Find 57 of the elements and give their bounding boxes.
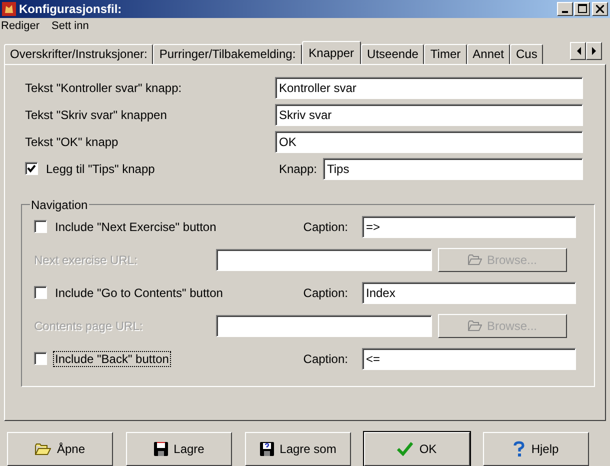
left-arrow-icon [576, 46, 580, 55]
maximize-button[interactable] [574, 2, 590, 16]
close-icon [596, 4, 604, 13]
question-mark-icon [513, 441, 526, 457]
minimize-icon [562, 10, 568, 13]
menu-item[interactable]: Rediger [1, 20, 40, 32]
right-arrow-icon [592, 46, 596, 55]
caption-field[interactable]: => [362, 216, 576, 238]
window-title: Konfigurasjonsfil: [19, 2, 123, 16]
folder-icon [468, 254, 482, 266]
checkbox-label: Include "Back" button [53, 350, 171, 367]
text-field[interactable]: Tips [323, 158, 583, 180]
footer-button[interactable]: Åpne [7, 432, 113, 466]
minimize-button[interactable] [557, 2, 573, 16]
maximize-icon [578, 4, 586, 14]
footer-button[interactable]: OK [364, 432, 470, 466]
url-field[interactable] [216, 248, 432, 271]
text-field[interactable]: Kontroller svar [275, 76, 583, 99]
field-label: Caption: [302, 220, 348, 234]
menu-item[interactable]: Sett inn [52, 20, 89, 32]
tab[interactable]: Utseende [361, 44, 424, 64]
field-label: Tekst "Skriv svar" knappen [25, 108, 168, 122]
field-label: Tekst "OK" knapp [25, 134, 120, 149]
tab[interactable]: Cus [510, 44, 544, 64]
tab[interactable]: Purringer/Tilbakemelding: [153, 44, 302, 64]
checkbox[interactable] [34, 220, 47, 234]
footer-button[interactable]: Lagre som [245, 432, 351, 466]
checkbox-label: Legg til "Tips" knapp [45, 160, 156, 177]
caption-field[interactable]: <= [362, 348, 576, 370]
url-field[interactable] [216, 314, 432, 337]
checkbox[interactable] [25, 162, 38, 176]
checkbox-label: Include "Go to Contents" button [54, 284, 224, 301]
group-title: Navigation [30, 198, 89, 212]
tab[interactable]: Timer [424, 44, 467, 64]
folder-icon [34, 443, 51, 455]
text-field[interactable]: Skriv svar [275, 104, 583, 126]
tab[interactable]: Overskrifter/Instruksjoner: [4, 44, 154, 64]
folder-icon [468, 320, 482, 332]
tab[interactable]: Annet [466, 44, 510, 64]
caption-field[interactable]: Index [362, 282, 576, 304]
text-field[interactable]: OK [275, 130, 583, 153]
field-label: Caption: [302, 286, 348, 300]
field-label: Knapp: [278, 162, 317, 176]
tab-scroll-right-button[interactable] [586, 42, 602, 60]
footer-button[interactable]: Lagre [126, 432, 232, 466]
floppy-disk-question-icon [260, 442, 274, 456]
checkbox[interactable] [34, 352, 47, 366]
footer-button[interactable]: Hjelp [483, 432, 589, 466]
app-icon [2, 2, 16, 16]
field-label: Caption: [302, 352, 348, 366]
close-button[interactable] [592, 2, 608, 16]
field-label: Tekst "Kontroller svar" knapp: [25, 80, 183, 95]
tab[interactable]: Knapper [302, 40, 362, 64]
checkbox[interactable] [34, 286, 47, 300]
checkbox-label: Include "Next Exercise" button [54, 218, 218, 235]
tab-scroll-left-button[interactable] [570, 42, 586, 60]
checkmark-icon [397, 442, 414, 456]
